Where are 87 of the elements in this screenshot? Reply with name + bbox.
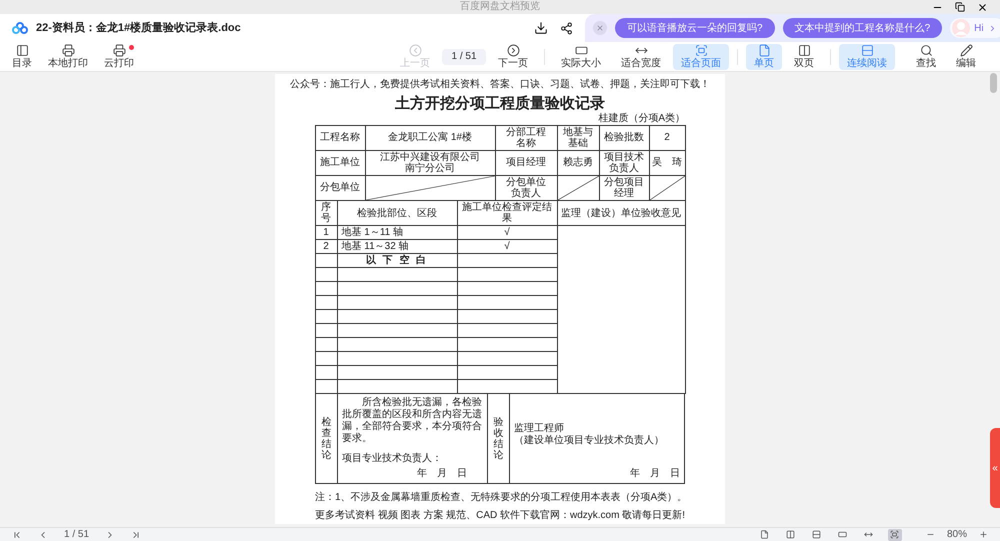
table-cell: 以 下 空 白 — [366, 255, 428, 266]
logo-icon — [12, 22, 28, 34]
columns-icon — [798, 44, 810, 57]
table-cell: 2 — [323, 241, 329, 252]
field-value: 2 — [664, 132, 670, 144]
chevron-right-icon — [506, 44, 520, 57]
view-icon — [760, 530, 770, 539]
signer-label: 监理工程师 — [514, 423, 565, 434]
search-icon — [920, 44, 932, 57]
zoom-level: 80% — [946, 528, 967, 540]
table-cell: 地基 1～11 轴 — [342, 227, 403, 238]
toolbar-button[interactable]: 查找 — [908, 44, 944, 70]
close-icon[interactable] — [977, 2, 988, 12]
window-title: 百度网盘文档预览 — [460, 1, 540, 13]
field-value: 江苏中兴建设有限公司南宁分公司 — [380, 152, 480, 174]
suggestion-chip[interactable]: 可以语音播放云一朵的回复吗? — [615, 18, 775, 38]
signer-label: 项目专业技术负责人： — [342, 453, 443, 465]
field-value: 地基与基础 — [563, 127, 593, 149]
document-title: 土方开挖分项工程质量验收记录 — [395, 93, 605, 112]
last-page-icon[interactable] — [131, 530, 142, 540]
table-cell: 1 — [323, 227, 329, 238]
toolbar-button[interactable]: 编辑 — [948, 44, 984, 70]
avatar-icon — [952, 19, 970, 37]
view-icon — [812, 530, 822, 539]
view-button[interactable] — [888, 528, 902, 540]
toolbar-button[interactable]: 下一页 — [490, 44, 536, 70]
panel-icon — [16, 44, 28, 57]
toolbar-button[interactable]: 适合宽度 — [613, 44, 669, 70]
restore-icon[interactable] — [955, 2, 965, 12]
check-mark: √ — [504, 241, 510, 252]
field-label: 工程名称 — [320, 132, 360, 144]
section-label: 检查结论 — [322, 416, 332, 460]
form-code: 桂建质（分项A类） — [598, 113, 685, 125]
column-header: 序号 — [321, 202, 331, 224]
fullscreen-icon — [694, 44, 708, 57]
assistant-button[interactable]: Hi — [950, 18, 1000, 38]
rows-icon — [860, 44, 874, 57]
field-value: 金龙职工公寓 1#楼 — [388, 132, 472, 144]
date-label: 年 月 日 — [630, 468, 680, 480]
page-indicator: 1 / 51 — [64, 528, 90, 540]
toolbar-button[interactable]: 本地打印 — [40, 44, 96, 70]
field-label: 项目技术负责人 — [604, 152, 644, 174]
signer-note: （建设单位项目专业技术负责人） — [514, 435, 665, 447]
printer-icon — [112, 44, 126, 57]
field-label: 分包单位 — [320, 182, 360, 194]
column-header: 监理（建设）单位验收意见 — [561, 208, 681, 218]
view-icon — [786, 530, 796, 539]
field-value: 吴 琦 — [652, 157, 682, 168]
field-label: 分部工程名称 — [506, 127, 546, 149]
close-icon — [596, 24, 604, 32]
column-header: 施工单位检查评定结果 — [462, 202, 552, 224]
footnote: 注：1、不涉及金属幕墙重质检查、无特殊要求的分项工程使用本表表（分项A类）。 — [315, 492, 688, 503]
side-tab[interactable]: « — [990, 428, 1000, 508]
page-field[interactable]: 1 / 51 — [442, 48, 486, 64]
pencil-icon — [960, 44, 972, 57]
toolbar-button[interactable]: 目录 — [4, 44, 40, 70]
field-label: 分包单位负责人 — [506, 177, 546, 199]
table-cell: 地基 11～32 轴 — [342, 241, 409, 252]
printer-icon — [62, 44, 74, 57]
field-label: 检验批数 — [604, 132, 644, 144]
toolbar-button[interactable]: 实际大小 — [553, 44, 609, 70]
rectangle-icon — [574, 44, 588, 57]
conclusion-text: 所含检验批无遗漏，各检验批所覆盖的区段和所含内容无遗漏，全部符合要求，本分项符合要求。 — [342, 397, 483, 445]
file-name: 22-资料员：金龙1#楼质量验收记录表.doc — [36, 20, 241, 36]
download-icon[interactable] — [534, 21, 548, 35]
page-icon — [758, 44, 770, 57]
toolbar-button[interactable]: 双页 — [786, 44, 822, 70]
field-label: 项目经理 — [506, 157, 546, 168]
field-label: 施工单位 — [320, 157, 360, 168]
section-label: 验收结论 — [494, 416, 504, 460]
check-mark: √ — [504, 227, 510, 238]
first-page-icon[interactable] — [12, 530, 22, 540]
chevron-left-icon — [408, 44, 422, 57]
date-label: 年 月 日 — [417, 468, 467, 480]
suggestion-chip[interactable]: 文本中提到的工程名称是什么? — [782, 18, 942, 38]
view-icon — [838, 530, 848, 539]
share-icon[interactable] — [560, 22, 573, 34]
field-label: 分包项目经理 — [604, 177, 644, 199]
view-icon — [890, 530, 900, 539]
view-icon — [864, 530, 874, 539]
scrollbar[interactable] — [990, 73, 997, 93]
toolbar-button[interactable]: 云打印 — [96, 44, 142, 70]
header-note: 公众号：施工行人，免费提供考试相关资料、答案、口诀、习题、试卷、押题，关注即可下载！ — [290, 79, 710, 91]
zoom-in-icon[interactable] — [979, 530, 988, 539]
column-header: 检验批部位、区段 — [357, 208, 437, 218]
field-value: 赖志勇 — [563, 157, 593, 168]
footer-text: 更多考试资料 视频 图表 方案 规范、CAD 软件下载官网：wdzyk.com 敬请每日更新! — [314, 510, 685, 522]
